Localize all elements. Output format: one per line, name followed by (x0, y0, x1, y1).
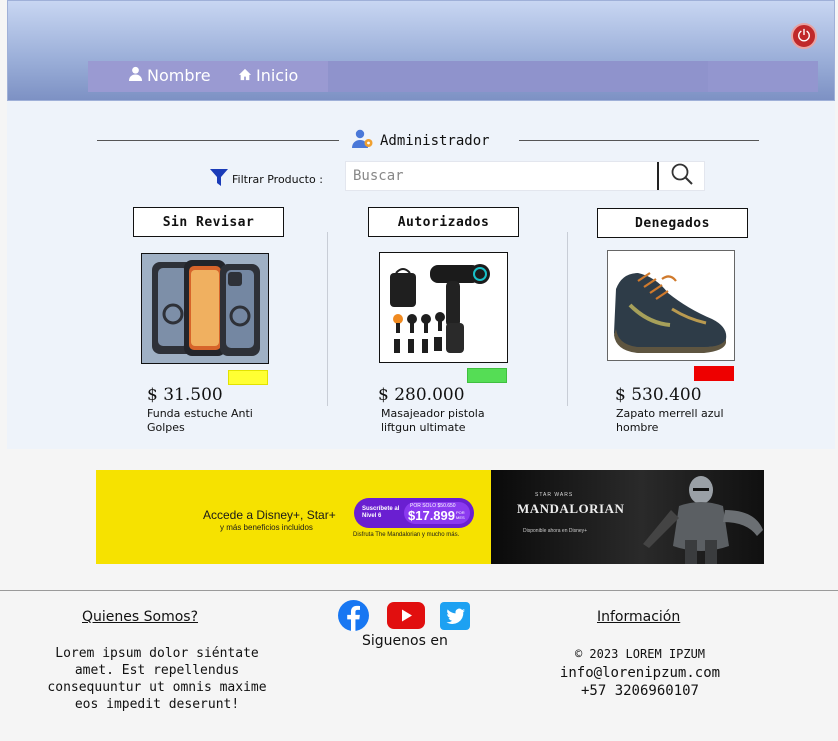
power-icon (797, 27, 811, 46)
banner-brand: STAR WARS (535, 492, 574, 498)
banner-promo-unit: POR MES (456, 510, 465, 520)
facebook-icon[interactable] (338, 600, 369, 635)
banner-tagline: Disfruta The Mandalorian y mucho más. (353, 532, 460, 538)
youtube-icon[interactable] (387, 602, 425, 633)
filter-label-text: Filtrar Producto : (232, 172, 323, 186)
nav-item-inicio[interactable]: Inicio (238, 66, 298, 85)
admin-user-icon (352, 129, 374, 153)
search-box (345, 161, 705, 191)
mandalorian-figure (643, 476, 763, 564)
banner-promo-price: $17.899 (408, 508, 455, 523)
copyright-text: © 2023 LOREM IPZUM (574, 647, 706, 661)
product-image-phone-case[interactable] (141, 253, 269, 364)
search-input[interactable] (346, 162, 657, 190)
page-title-text: Administrador (380, 133, 490, 149)
status-indicator-rejected (694, 366, 734, 381)
nav-item-nombre[interactable]: Nombre (128, 66, 211, 85)
product-image-massager[interactable] (379, 252, 508, 363)
page-title: Administrador (352, 129, 490, 153)
title-divider-left (97, 140, 339, 141)
admin-panel: Administrador Filtrar Producto : Sin Rev… (7, 101, 835, 449)
product-price: $ 530.400 (615, 385, 702, 405)
product-image-shoe[interactable] (607, 250, 735, 361)
about-text: Lorem ipsum dolor siéntate amet. Est rep… (47, 646, 267, 712)
product-price: $ 280.000 (378, 385, 465, 405)
tab-denegados[interactable]: Denegados (597, 208, 748, 238)
search-button[interactable] (664, 162, 700, 190)
tab-sin-revisar[interactable]: Sin Revisar (133, 207, 284, 237)
nav-right-block (708, 61, 818, 92)
product-name: Masajeador pistola liftgun ultimate (381, 407, 485, 434)
product-name: Funda estuche Anti Golpes (147, 407, 253, 434)
promo-banner[interactable]: Accede a Disney+, Star+ y más beneficios… (96, 470, 764, 564)
filter-label: Filtrar Producto : (210, 169, 323, 189)
tab-autorizados[interactable]: Autorizados (368, 207, 519, 237)
banner-promo-top: Suscríbete al Nivel 6 (362, 506, 400, 519)
twitter-icon[interactable] (440, 602, 470, 634)
search-icon (670, 162, 694, 190)
title-divider-right (519, 140, 759, 141)
home-icon (238, 66, 252, 85)
app-header: Nombre Inicio (7, 0, 835, 101)
column-separator (327, 232, 328, 406)
banner-image-area: STAR WARS MANDALORIAN Disponible ahora e… (491, 470, 764, 564)
banner-price-box: POR SOLO $50.650 $17.899 POR MES (404, 502, 470, 524)
product-name: Zapato merrell azul hombre (616, 407, 724, 434)
search-divider (657, 162, 659, 190)
status-indicator-approved (467, 368, 507, 383)
column-separator (567, 232, 568, 406)
user-icon (128, 66, 143, 85)
banner-subline: y más beneficios incluidos (220, 523, 313, 532)
banner-show: MANDALORIAN (517, 501, 625, 516)
nav-item-label: Nombre (147, 66, 211, 85)
banner-headline: Accede a Disney+, Star+ (203, 508, 336, 522)
filter-icon (210, 169, 228, 189)
social-label: Siguenos en (362, 633, 448, 649)
info-link[interactable]: Información (597, 609, 680, 625)
status-indicator-pending (228, 370, 268, 385)
banner-price-pill: Suscríbete al Nivel 6 POR SOLO $50.650 $… (354, 498, 474, 528)
footer-divider (0, 590, 838, 591)
nav-item-label: Inicio (256, 66, 299, 85)
contact-email: info@lorenipzum.com (559, 665, 721, 681)
contact-phone: +57 3206960107 (580, 683, 699, 699)
nav-bar: Nombre Inicio (88, 61, 818, 92)
power-button[interactable] (791, 23, 817, 49)
about-link[interactable]: Quienes Somos? (82, 609, 198, 625)
banner-available: Disponible ahora en Disney+ (523, 528, 588, 534)
banner-promo-area: Accede a Disney+, Star+ y más beneficios… (96, 470, 491, 564)
product-price: $ 31.500 (147, 385, 223, 405)
